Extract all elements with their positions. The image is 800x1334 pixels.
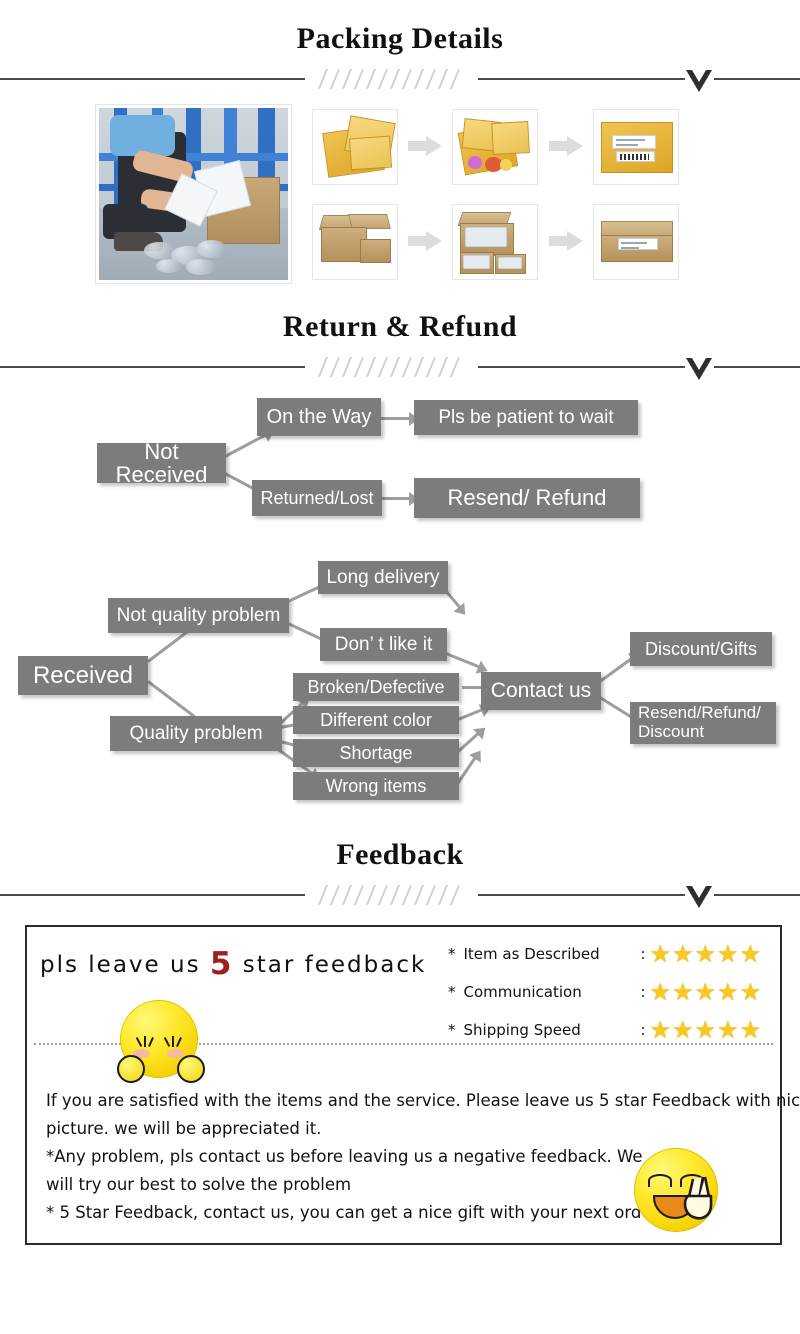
packing-photo <box>95 104 292 284</box>
flow-node-wrong-items[interactable]: Wrong items <box>293 772 459 800</box>
hatch-divider <box>318 357 468 377</box>
asterisk-icon: * <box>448 1021 456 1039</box>
flow-node-resend-refund[interactable]: Resend/ Refund <box>414 478 640 518</box>
flow-node-long-delivery[interactable]: Long delivery <box>318 561 448 594</box>
rating-row-item-as-described: * Item as Described : ★ ★ ★ ★ ★ <box>448 942 762 966</box>
rating-label: Item as Described <box>463 945 600 963</box>
rating-label: Shipping Speed <box>463 1021 581 1039</box>
feedback-headline-post: star feedback <box>233 952 427 978</box>
right-arrow-icon <box>549 136 583 156</box>
feedback-headline-number: 5 <box>209 946 234 982</box>
feedback-header: Feedback <box>0 838 800 918</box>
flow-node-shortage[interactable]: Shortage <box>293 739 459 767</box>
thumb-carton-box-filled <box>452 204 538 280</box>
flow-connector <box>445 652 480 669</box>
flow-node-received[interactable]: Received <box>18 656 148 695</box>
feedback-line-1: If you are satisfied with the items and … <box>46 1091 800 1110</box>
feedback-headline: pls leave us 5 star feedback <box>40 946 426 982</box>
rating-colon: : <box>640 983 646 1001</box>
packing-details-title: Packing Details <box>296 22 504 55</box>
star-rating: ★ ★ ★ ★ ★ <box>649 1016 763 1044</box>
flow-connector <box>599 656 634 683</box>
flow-connector <box>224 433 267 458</box>
chevron-down-icon <box>686 886 712 908</box>
flow-connector <box>147 680 196 718</box>
hatch-divider <box>318 885 468 905</box>
product-detail-page: Packing Details Return & Refund Not Rece… <box>0 0 800 1334</box>
chevron-down-icon <box>686 70 712 92</box>
star-rating: ★ ★ ★ ★ ★ <box>649 978 763 1006</box>
flow-node-not-quality-problem[interactable]: Not quality problem <box>108 598 289 633</box>
flow-connector <box>380 411 419 426</box>
flow-node-different-color[interactable]: Different color <box>293 706 459 734</box>
return-refund-header: Return & Refund <box>0 310 800 390</box>
flow-node-contact-us[interactable]: Contact us <box>481 672 601 710</box>
rating-row-shipping-speed: * Shipping Speed : ★ ★ ★ ★ ★ <box>448 1018 762 1042</box>
thumb-bubble-mailer-empty <box>312 109 398 185</box>
rating-label: Communication <box>463 983 582 1001</box>
right-arrow-icon <box>408 231 442 251</box>
hatch-divider <box>318 69 468 89</box>
feedback-line-4: will try our best to solve the problem <box>46 1175 352 1194</box>
flow-node-not-received[interactable]: Not Received <box>97 440 226 486</box>
flow-node-quality-problem[interactable]: Quality problem <box>110 716 282 751</box>
feedback-line-3: *Any problem, pls contact us before leav… <box>46 1147 643 1166</box>
flow-node-broken-defective[interactable]: Broken/Defective <box>293 673 459 701</box>
asterisk-icon: * <box>448 945 456 963</box>
flow-node-returned-lost[interactable]: Returned/Lost <box>252 480 382 516</box>
flow-node-discount-gifts[interactable]: Discount/Gifts <box>630 632 772 666</box>
flow-node-on-the-way[interactable]: On the Way <box>257 398 381 436</box>
right-arrow-icon <box>549 231 583 251</box>
asterisk-icon: * <box>448 983 456 1001</box>
flow-connector <box>457 708 483 721</box>
feedback-headline-pre: pls leave us <box>40 952 210 978</box>
rating-row-communication: * Communication : ★ ★ ★ ★ ★ <box>448 980 762 1004</box>
feedback-line-5: * 5 Star Feedback, contact us, you can g… <box>46 1203 662 1222</box>
chevron-down-icon <box>686 358 712 380</box>
thumb-carton-boxes-empty <box>312 204 398 280</box>
return-refund-title: Return & Refund <box>282 310 518 343</box>
rating-colon: : <box>640 1021 646 1039</box>
flow-node-dont-like-it[interactable]: Don’ t like it <box>320 628 447 661</box>
smiling-peace-sign-emoji <box>634 1148 718 1232</box>
feedback-line-2: picture. we will be appreciated it. <box>46 1119 322 1138</box>
thumb-carton-box-sealed-labeled <box>593 204 679 280</box>
flow-node-resend-refund-discount[interactable]: Resend/Refund/ Discount <box>630 702 776 744</box>
feedback-title: Feedback <box>336 838 464 871</box>
thumb-bubble-mailer-with-items <box>452 109 538 185</box>
right-arrow-icon <box>408 136 442 156</box>
thumb-bubble-mailer-sealed-labeled <box>593 109 679 185</box>
peace-hand-icon <box>683 1176 713 1220</box>
flow-connector <box>382 491 419 506</box>
rating-colon: : <box>640 945 646 963</box>
star-rating: ★ ★ ★ ★ ★ <box>649 940 763 968</box>
flow-node-pls-be-patient[interactable]: Pls be patient to wait <box>414 400 638 435</box>
shy-blush-emoji <box>117 1000 205 1083</box>
packing-details-header: Packing Details <box>0 22 800 102</box>
flow-connector <box>462 680 491 695</box>
